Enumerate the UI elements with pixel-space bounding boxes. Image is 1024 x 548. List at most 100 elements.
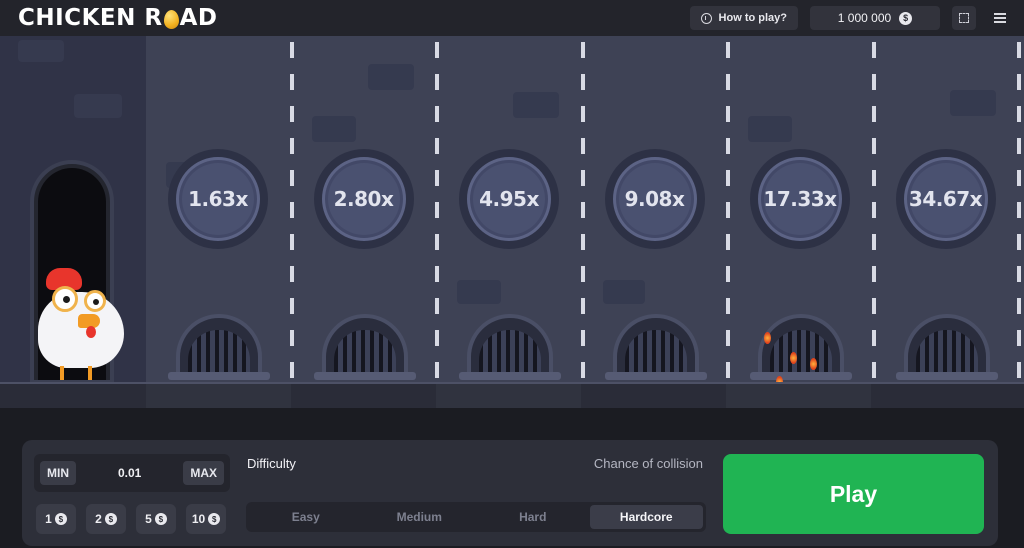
wall-brick (949, 90, 996, 116)
multiplier-value: 4.95x (479, 187, 539, 211)
fullscreen-button[interactable] (952, 6, 976, 30)
lane-multiplier[interactable]: 34.67x (895, 149, 996, 249)
wall-brick (74, 94, 122, 118)
multiplier-ring: 9.08x (612, 157, 697, 241)
coin-icon: $ (104, 513, 117, 525)
multiplier-value: 2.80x (333, 187, 394, 211)
road-segment (436, 384, 581, 408)
lane-multiplier[interactable]: 1.63x (168, 149, 268, 249)
play-button[interactable]: Play (723, 454, 984, 534)
wall-brick (311, 116, 356, 142)
min-bet-button[interactable]: MIN (40, 461, 76, 485)
max-bet-button[interactable]: MAX (183, 461, 224, 485)
quick-bet-10-button[interactable]: 10 $ (186, 504, 226, 534)
chicken-body (38, 292, 124, 368)
grate-base (895, 372, 998, 380)
quick-bet-label: 5 (145, 512, 152, 526)
grate-base (168, 372, 270, 380)
difficulty-hardcore-option[interactable]: Hardcore (589, 505, 703, 529)
coin-icon: $ (154, 513, 167, 525)
quick-bet-label: 1 (45, 512, 52, 526)
grate-bars (770, 330, 832, 374)
multiplier-value: 17.33x (763, 187, 837, 211)
balance-display: 1 000 000 $ (810, 6, 940, 30)
grate-bars (479, 330, 541, 374)
difficulty-label: Difficulty (247, 456, 296, 471)
balance-value: 1 000 000 (837, 11, 892, 25)
grate-bars (624, 330, 687, 374)
logo-text-left: CHICKEN R (18, 5, 163, 31)
bet-amount-control: MIN 0.01 MAX (34, 454, 230, 492)
chicken-wattle (86, 326, 96, 338)
quick-bet-label: 2 (95, 512, 102, 526)
coin-icon: $ (899, 11, 913, 25)
chicken-leg (60, 366, 64, 380)
difficulty-easy-option[interactable]: Easy (249, 505, 363, 529)
menu-button[interactable] (988, 6, 1012, 30)
quick-bet-1-button[interactable]: 1 $ (36, 504, 76, 534)
top-bar: CHICKEN R AD How to play? 1 000 000 $ (0, 0, 1024, 36)
wall-brick (748, 116, 792, 142)
coin-icon: $ (54, 513, 67, 525)
difficulty-hard-option[interactable]: Hard (476, 505, 590, 529)
fire-ember (764, 332, 771, 344)
lane-multiplier[interactable]: 4.95x (459, 149, 559, 249)
difficulty-medium-option[interactable]: Medium (363, 505, 477, 529)
quick-bet-5-button[interactable]: 5 $ (136, 504, 176, 534)
logo-text-right: AD (179, 5, 218, 31)
lane-divider (580, 42, 585, 382)
control-panel: MIN 0.01 MAX 1 $ 2 $ 5 $ 10 $ Difficulty Cha… (22, 440, 998, 546)
difficulty-selector: Easy Medium Hard Hardcore (246, 502, 706, 532)
grate-bars (915, 330, 978, 374)
multiplier-ring: 34.67x (903, 157, 988, 241)
multiplier-ring: 1.63x (176, 157, 260, 241)
fire-ember (790, 352, 797, 364)
fire-ember (810, 358, 817, 370)
multiplier-ring: 2.80x (321, 157, 406, 241)
quick-bet-row: 1 $ 2 $ 5 $ 10 $ (36, 504, 226, 534)
how-to-play-button[interactable]: How to play? (689, 6, 798, 30)
bet-amount-input[interactable]: 0.01 (118, 466, 141, 480)
chicken-character (34, 264, 126, 382)
lane-multiplier[interactable]: 9.08x (604, 149, 705, 249)
lane-divider (726, 42, 730, 382)
info-icon (700, 12, 712, 24)
wall-brick (457, 280, 501, 304)
wall-brick (513, 92, 559, 118)
grate-base (313, 372, 416, 380)
multiplier-value: 1.63x (188, 187, 248, 211)
grate-base (750, 372, 852, 380)
sewer-grate (467, 314, 553, 378)
lane-divider (435, 42, 439, 382)
egg-icon (163, 9, 179, 29)
road-segment (726, 384, 871, 408)
wall-brick (367, 64, 414, 90)
lane-multiplier[interactable]: 17.33x (750, 149, 850, 249)
coin-icon: $ (208, 513, 221, 525)
quick-bet-2-button[interactable]: 2 $ (86, 504, 126, 534)
quick-bet-label: 10 (191, 512, 206, 526)
sewer-grate (321, 314, 408, 378)
wall-brick (18, 40, 64, 62)
grate-bars (188, 330, 250, 374)
road-segment (146, 384, 291, 408)
sewer-grate (758, 314, 844, 378)
multiplier-ring: 4.95x (467, 157, 551, 241)
chicken-eye (52, 286, 78, 312)
multiplier-ring: 17.33x (758, 157, 842, 241)
grate-base (459, 372, 561, 380)
grate-base (604, 372, 707, 380)
multiplier-value: 34.67x (908, 187, 983, 211)
how-to-play-label: How to play? (718, 12, 787, 24)
chicken-eye (84, 290, 106, 312)
multiplier-value: 9.08x (624, 187, 685, 211)
game-app: CHICKEN R AD How to play? 1 000 000 $ 1.… (0, 0, 1024, 548)
lane-divider (1017, 42, 1021, 382)
fullscreen-icon (959, 13, 969, 23)
lane-divider (289, 42, 294, 382)
grate-bars (333, 330, 396, 374)
sewer-grate (903, 314, 990, 378)
lane-multiplier[interactable]: 2.80x (313, 149, 414, 249)
chicken-leg (88, 366, 92, 380)
game-logo: CHICKEN R AD (18, 5, 217, 31)
